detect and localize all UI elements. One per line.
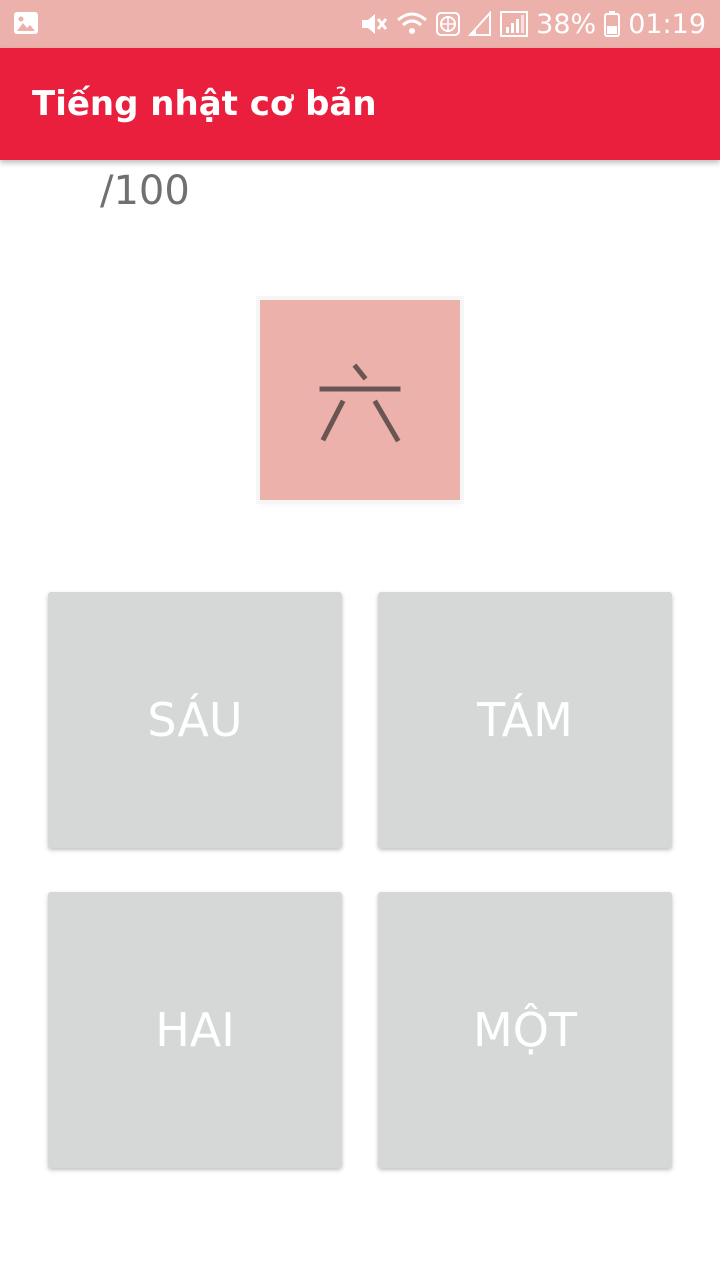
status-bar: 38% 01:19 [0,0,720,48]
app-bar: Tiếng nhật cơ bản [0,48,720,160]
answer-button-2[interactable]: TÁM [378,592,672,848]
answer-label-4: MỘT [473,1003,577,1057]
answer-button-4[interactable]: MỘT [378,892,672,1168]
battery-percent: 38% [536,8,597,40]
globe-icon [436,12,461,36]
answer-label-2: TÁM [477,693,573,747]
answer-label-3: HAI [155,1003,235,1057]
status-icons: 38% 01:19 [360,0,706,48]
clock: 01:19 [628,8,706,40]
battery-icon [604,11,621,37]
kanji-card [260,300,460,500]
image-notification-icon [14,12,38,34]
score-label: /100 [100,168,190,214]
answer-button-3[interactable]: HAI [48,892,342,1168]
signal-icon [500,11,529,37]
signal-icon [468,11,492,36]
wifi-icon [397,12,428,34]
app-title: Tiếng nhật cơ bản [32,84,377,124]
mute-icon [362,14,388,34]
answer-label-1: SÁU [147,693,243,747]
kanji-glyph [319,363,401,443]
answer-button-1[interactable]: SÁU [48,592,342,848]
